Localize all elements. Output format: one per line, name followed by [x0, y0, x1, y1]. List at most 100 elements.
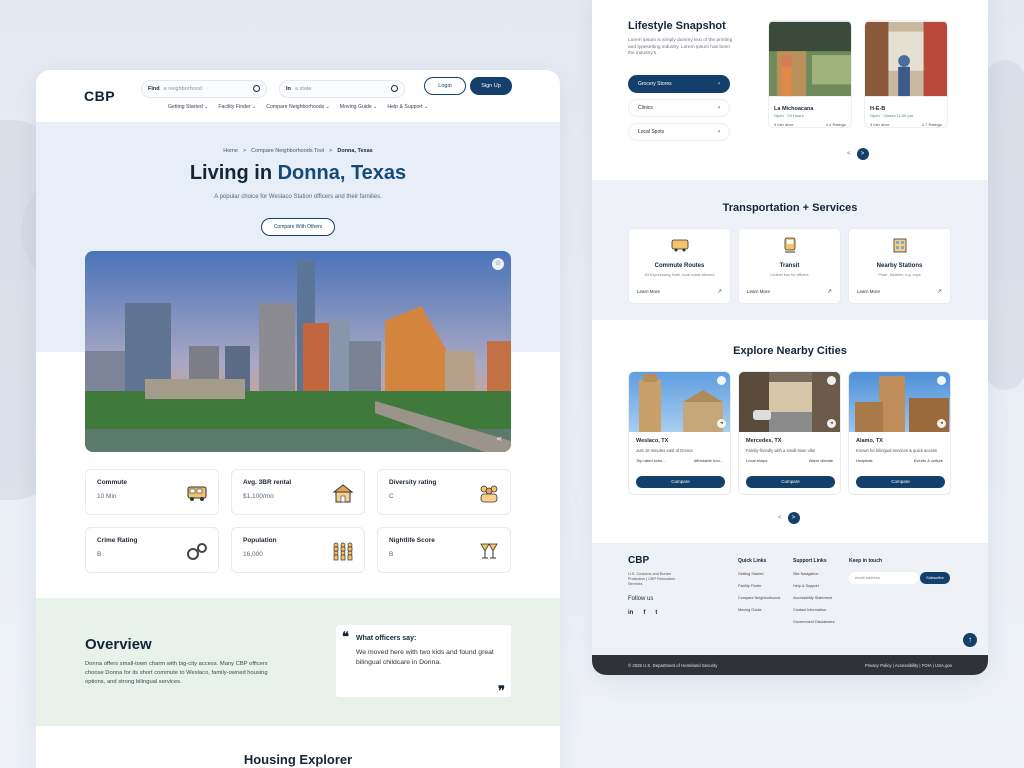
- menu-item[interactable]: Compare Neighborhoods: [266, 104, 330, 110]
- footer-link[interactable]: Help & Support: [793, 584, 835, 588]
- card-desc: Pharr, McAllen, e.g. cops: [878, 273, 921, 277]
- quote-body: We moved here with two kids and found gr…: [356, 649, 494, 666]
- city-name: Weslaco, TX: [636, 438, 669, 444]
- state-search[interactable]: In a state: [279, 80, 405, 98]
- store-hours: Open · Closes 11:00 pm: [870, 113, 914, 118]
- breadcrumb-current: Donna, Texas: [337, 148, 373, 154]
- city-card: ◂ Mercedes, TX Family-friendly with a sm…: [738, 371, 841, 495]
- menu-item[interactable]: Moving Guide: [340, 104, 378, 110]
- city-tags: Local shops Warm climate: [739, 453, 840, 463]
- pager-next[interactable]: >: [856, 148, 869, 160]
- learn-more-link[interactable]: Learn More: [747, 289, 770, 294]
- bus-icon: [671, 239, 689, 252]
- facebook-icon[interactable]: f: [643, 610, 645, 616]
- local-spots-button[interactable]: Local Spots ›: [628, 123, 730, 141]
- footer-bar: © 2025 U.S. Department of Homeland Secur…: [592, 655, 988, 675]
- footer-link[interactable]: Government Disclaimers: [793, 620, 835, 624]
- quick-links: Quick Links Getting Started Facility Fin…: [738, 558, 780, 620]
- footer-link[interactable]: Site Navigation: [793, 572, 835, 576]
- menu-item[interactable]: Facility Finder: [218, 104, 256, 110]
- housing-explorer-title: Housing Explorer: [243, 752, 353, 767]
- signup-button[interactable]: Sign Up: [470, 77, 512, 95]
- keep-in-touch: Keep in touch: [849, 558, 883, 564]
- footer-link[interactable]: Accessibility Statement: [793, 596, 835, 600]
- city-tags: Top rated scho... Affordable hou...: [629, 453, 730, 463]
- button-label: Grocery Stores: [638, 81, 672, 87]
- favorite-icon[interactable]: [717, 376, 726, 385]
- share-icon[interactable]: ⋖: [494, 435, 504, 445]
- transport-card[interactable]: Nearby Stations Pharr, McAllen, e.g. cop…: [848, 228, 951, 304]
- page-title: Living in Donna, Texas: [36, 162, 560, 185]
- menu-item[interactable]: Getting Started: [168, 104, 209, 110]
- menu-item[interactable]: Help & Support: [387, 104, 428, 110]
- compare-button[interactable]: Compare: [746, 476, 835, 488]
- store-card[interactable]: La Michoacana Open · 24 Hours 5 min driv…: [768, 20, 852, 128]
- email-field[interactable]: email address: [849, 572, 919, 584]
- transport-card[interactable]: Commute Routes 83 Expressway, Bath, loca…: [628, 228, 731, 304]
- transit-icon: [784, 237, 796, 253]
- store-rating: 4.7 Ratings: [921, 122, 942, 127]
- back-to-top-icon[interactable]: ↑: [963, 633, 977, 647]
- neighborhood-search[interactable]: Find a neighborhood: [141, 80, 267, 98]
- nearby-cities-title: Explore Nearby Cities: [733, 345, 847, 357]
- breadcrumb-home[interactable]: Home: [223, 148, 238, 154]
- stat-card-crime: Crime Rating B: [85, 527, 219, 573]
- learn-more-link[interactable]: Learn More: [637, 289, 660, 294]
- quote-close-icon: ❞: [498, 683, 505, 698]
- search-label: Find: [148, 86, 160, 92]
- external-link-icon[interactable]: ↗: [717, 288, 722, 295]
- arrow-icon[interactable]: ◂: [717, 419, 726, 428]
- external-link-icon[interactable]: ↗: [827, 288, 832, 295]
- follow-us-label: Follow us: [628, 596, 654, 602]
- legal-links[interactable]: Privacy Policy | Accessibility | FOIA | …: [865, 663, 952, 668]
- logo[interactable]: CBP: [84, 88, 115, 104]
- pager-prev[interactable]: <: [847, 151, 851, 157]
- city-tag: Top rated scho...: [636, 458, 666, 463]
- pager-prev[interactable]: <: [778, 515, 782, 521]
- footer-link[interactable]: Facility Finder: [738, 584, 780, 588]
- store-name: La Michoacana: [774, 106, 814, 112]
- grocery-stores-button[interactable]: Grocery Stores ›: [628, 75, 730, 93]
- linkedin-icon[interactable]: in: [628, 610, 633, 616]
- footer-link[interactable]: Contact Information: [793, 608, 835, 612]
- city-desc: Known for bilingual services & quick acc…: [856, 448, 937, 453]
- store-meta: 3 min drive 4.7 Ratings: [865, 119, 947, 127]
- arrow-icon[interactable]: ◂: [937, 419, 946, 428]
- compare-button[interactable]: Compare: [636, 476, 725, 488]
- city-skyline-image: ☆ ⋖: [85, 251, 511, 452]
- footer-link[interactable]: Moving Guide: [738, 608, 780, 612]
- compare-button[interactable]: Compare: [856, 476, 945, 488]
- search-icon[interactable]: [253, 85, 260, 92]
- learn-more-link[interactable]: Learn More: [857, 289, 880, 294]
- subscribe-button[interactable]: Subscribe: [920, 572, 950, 584]
- login-button[interactable]: Login: [424, 77, 466, 95]
- favorite-icon[interactable]: [827, 376, 836, 385]
- transport-card[interactable]: Transit Limited bus for officers Learn M…: [738, 228, 841, 304]
- favorite-icon[interactable]: [937, 376, 946, 385]
- footer-link[interactable]: Compare Neighborhoods: [738, 596, 780, 600]
- store-rating: 4.4 Ratings: [825, 122, 846, 127]
- footer-link[interactable]: Getting Started: [738, 572, 780, 576]
- store-card[interactable]: H-E-B Open · Closes 11:00 pm 3 min drive…: [864, 20, 948, 128]
- population-icon: [333, 542, 353, 561]
- external-link-icon[interactable]: ↗: [937, 288, 942, 295]
- city-tag: Hospitals: [856, 458, 873, 463]
- compare-with-others-button[interactable]: Compare With Others: [261, 218, 335, 236]
- card-desc: Limited bus for officers: [770, 273, 809, 277]
- main-menu: Getting Started Facility Finder Compare …: [36, 104, 560, 110]
- clinics-button[interactable]: Clinics ›: [628, 99, 730, 117]
- twitter-icon[interactable]: t: [655, 610, 657, 616]
- breadcrumb: Home > Compare Neighborhoods Tool > Donna, T…: [36, 148, 560, 154]
- city-name: Mercedes, TX: [746, 438, 782, 444]
- store-pager: < >: [847, 148, 869, 160]
- stats-grid: Commute 10 Min Avg. 3BR rental $1,100/mo…: [85, 469, 511, 573]
- store-meta: 5 min drive 4.4 Ratings: [769, 119, 851, 127]
- store-hours: Open · 24 Hours: [774, 113, 804, 118]
- favorite-icon[interactable]: ☆: [492, 258, 504, 270]
- breadcrumb-compare[interactable]: Compare Neighborhoods Tool: [251, 148, 324, 154]
- arrow-icon[interactable]: ◂: [827, 419, 836, 428]
- pager-next[interactable]: >: [787, 512, 800, 524]
- search-icon[interactable]: [391, 85, 398, 92]
- quote-title: What officers say:: [356, 635, 417, 642]
- footer-logo[interactable]: CBP: [628, 555, 649, 566]
